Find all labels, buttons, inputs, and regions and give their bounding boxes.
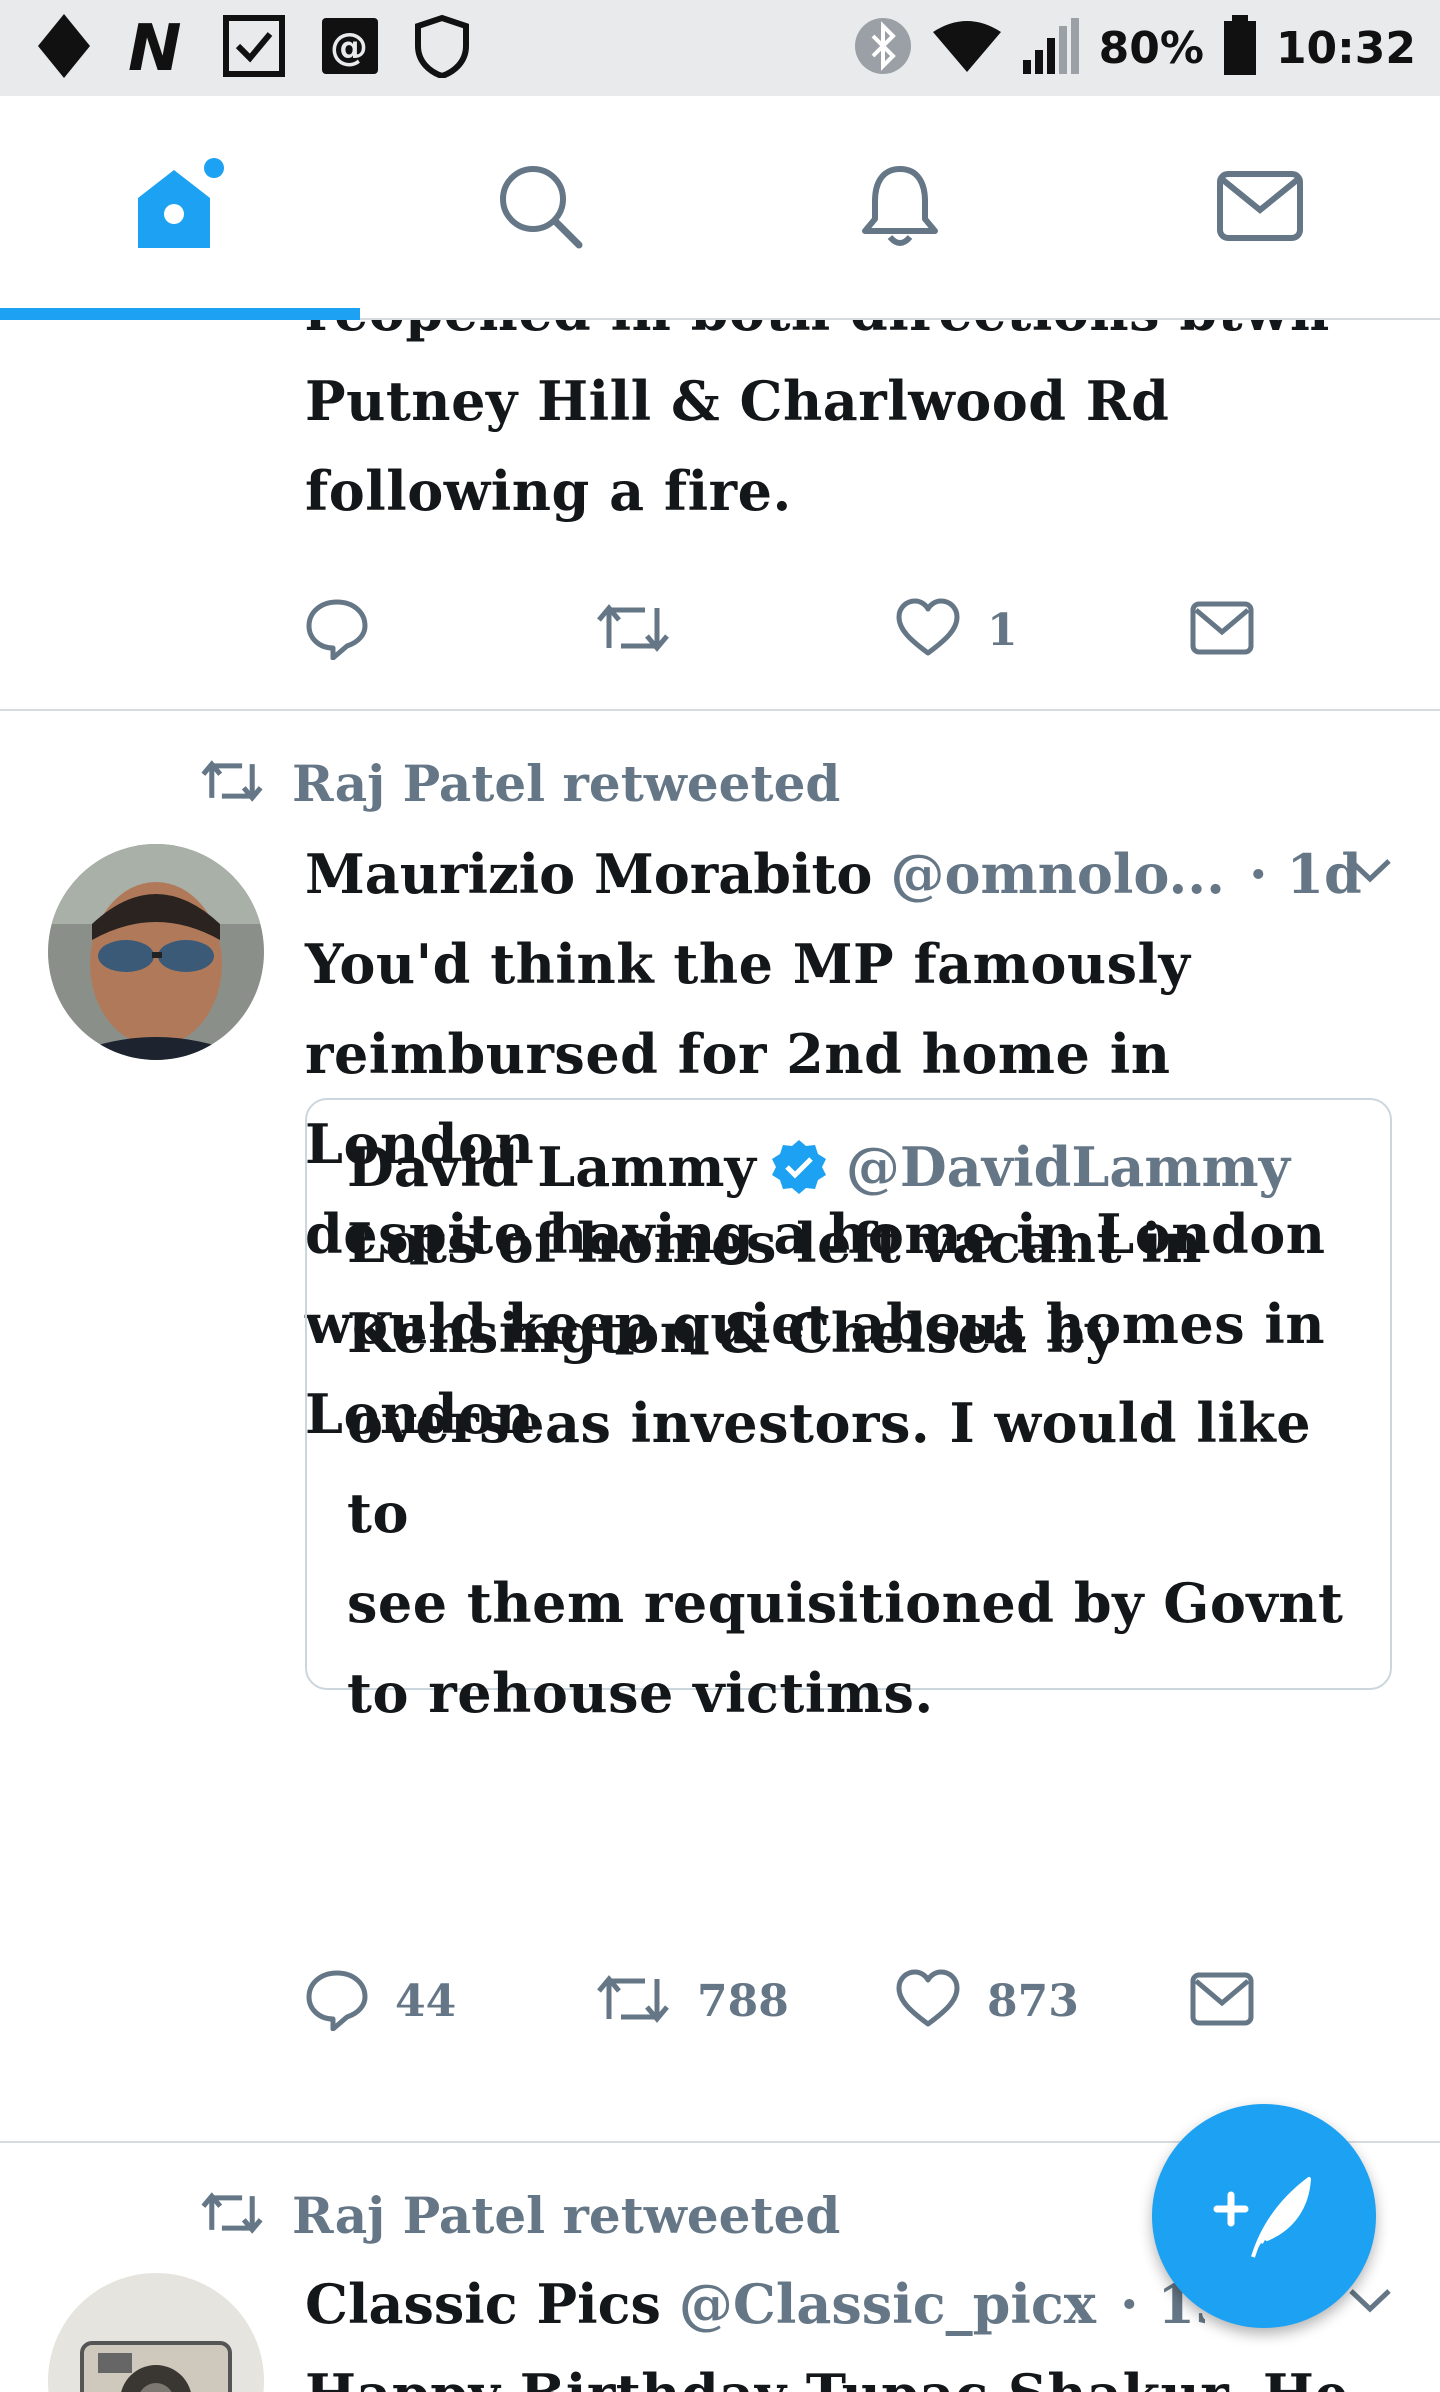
tweet-text: Happy Birthday Tupac Shakur. He: [305, 2349, 1405, 2392]
retweet-button[interactable]: [595, 590, 697, 670]
quote-author-handle: @DavidLammy: [845, 1135, 1290, 1199]
reply-count: 44: [395, 1975, 457, 2027]
tab-notifications[interactable]: [720, 96, 1080, 320]
retweet-context: Raj Patel retweeted: [200, 743, 840, 823]
chevron-down-icon: [1345, 859, 1395, 893]
tweet-actions: 1: [305, 590, 1265, 670]
tweet-text-line: following a fire.: [305, 459, 792, 523]
reply-icon: [305, 1967, 369, 2035]
reply-button[interactable]: [305, 590, 395, 670]
retweet-context: Raj Patel retweeted: [200, 2175, 840, 2255]
tweet[interactable]: Raj Patel retweeted Maurizio Morabito @o…: [0, 711, 1440, 2141]
quote-text-line: Lots of homes left vacant in: [347, 1211, 1203, 1275]
top-tab-bar: [0, 96, 1440, 320]
retweet-icon: [200, 2186, 264, 2244]
quoted-tweet-card[interactable]: David Lammy @DavidLammy Lots of homes le…: [305, 1098, 1392, 1725]
author-handle[interactable]: @Classic_picx: [679, 2272, 1096, 2336]
like-count: 1: [987, 604, 1018, 656]
tweet-text-line: Putney Hill & Charlwood Rd: [305, 369, 1170, 433]
home-icon: [130, 156, 230, 260]
mail-icon: [1190, 1971, 1254, 2031]
retweet-button[interactable]: 788: [595, 1961, 789, 2041]
dm-share-button[interactable]: [1190, 590, 1254, 670]
retweet-icon: [200, 754, 264, 812]
bluetooth-icon: [853, 16, 913, 80]
tweet-text-line: Happy Birthday Tupac Shakur. He: [305, 2349, 1405, 2392]
status-bar: N @ 80% 10:32: [0, 0, 1440, 96]
mail-icon: [1215, 166, 1305, 250]
quote-text-line: see them requisitioned by Govnt: [347, 1571, 1344, 1635]
email-at-icon: @: [320, 16, 380, 80]
retweet-icon: [595, 1967, 671, 2035]
tweet-header: Maurizio Morabito @omnolo... · 1d: [305, 829, 1365, 919]
author-name[interactable]: Classic Pics: [305, 2272, 661, 2336]
quote-text-line: Kensington & Chelsea by: [347, 1301, 1118, 1365]
checkbox-icon: [222, 14, 286, 82]
tab-messages[interactable]: [1080, 96, 1440, 320]
wifi-icon: [931, 18, 1003, 78]
tab-home[interactable]: [0, 96, 360, 320]
compose-icon: [1209, 2159, 1319, 2273]
tweet-actions: 44 788 873: [305, 1961, 1265, 2041]
author-handle[interactable]: @omnolo...: [890, 842, 1224, 906]
reply-icon: [305, 596, 369, 664]
avatar[interactable]: [48, 2273, 264, 2392]
tweet-partial[interactable]: reopened in both directions btwn Putney …: [0, 279, 1440, 710]
quote-author-name: David Lammy: [347, 1135, 756, 1199]
quote-text: Lots of homes left vacant in Kensington …: [347, 1198, 1377, 1738]
n-app-icon: N: [126, 12, 188, 86]
svg-text:N: N: [128, 14, 182, 78]
search-icon: [495, 161, 585, 255]
like-button[interactable]: 873: [895, 1961, 1079, 2041]
dm-share-button[interactable]: [1190, 1961, 1254, 2041]
active-tab-indicator: [0, 308, 360, 320]
avatar[interactable]: [48, 844, 264, 1060]
signal-icon: [1021, 16, 1081, 80]
quote-text-line: overseas investors. I would like to: [347, 1391, 1312, 1545]
tab-search[interactable]: [360, 96, 720, 320]
battery-percent: 80%: [1098, 22, 1204, 74]
compose-tweet-button[interactable]: [1152, 2104, 1376, 2328]
shield-icon: [414, 14, 470, 82]
bell-icon: [855, 161, 945, 255]
clock: 10:32: [1275, 22, 1416, 74]
heart-icon: [895, 1968, 961, 2034]
author-name[interactable]: Maurizio Morabito: [305, 842, 872, 906]
tweet-menu-chevron[interactable]: [1345, 2279, 1395, 2323]
like-button[interactable]: 1: [895, 590, 1018, 670]
retweet-icon: [595, 596, 671, 664]
retweeted-by-label[interactable]: Raj Patel retweeted: [292, 2186, 840, 2245]
like-count: 873: [987, 1975, 1079, 2027]
verified-badge-icon: [770, 1138, 828, 1196]
diamond-icon: [36, 12, 92, 84]
tweet-header: Classic Pics @Classic_picx · 13: [305, 2259, 1205, 2349]
tweet-menu-chevron[interactable]: [1345, 849, 1395, 893]
reply-button[interactable]: 44: [305, 1961, 456, 2041]
retweeted-by-label[interactable]: Raj Patel retweeted: [292, 754, 840, 813]
tweet-text-line: You'd think the MP famously: [305, 932, 1191, 996]
retweet-count: 788: [697, 1975, 789, 2027]
mail-icon: [1190, 600, 1254, 660]
battery-icon: [1222, 15, 1258, 81]
chevron-down-icon: [1345, 2289, 1395, 2323]
svg-text:@: @: [330, 25, 368, 69]
heart-icon: [895, 597, 961, 663]
quote-text-line: to rehouse victims.: [347, 1661, 934, 1725]
